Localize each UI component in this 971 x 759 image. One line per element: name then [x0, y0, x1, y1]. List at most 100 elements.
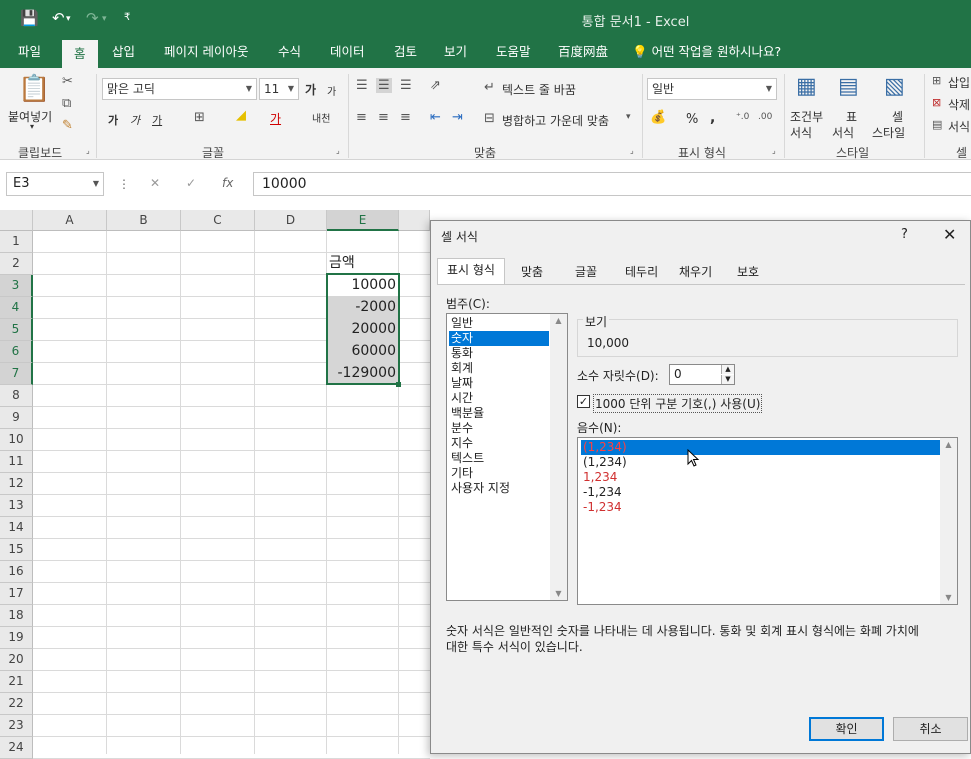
- accounting-format-icon[interactable]: 💰: [650, 110, 666, 125]
- col-header[interactable]: A: [33, 210, 107, 231]
- increase-decimal-icon[interactable]: ⁺.0: [736, 112, 749, 122]
- font-name-select[interactable]: 맑은 고딕 ▼: [102, 78, 257, 100]
- col-header[interactable]: C: [181, 210, 255, 231]
- spin-up-icon[interactable]: ▲: [721, 365, 734, 374]
- borders-icon[interactable]: ⊞: [194, 110, 205, 125]
- tab-help[interactable]: 도움말: [484, 38, 543, 68]
- font-color-button[interactable]: 가: [270, 110, 281, 127]
- thousands-separator-checkbox[interactable]: ✓: [577, 395, 590, 408]
- list-item[interactable]: 텍스트: [449, 451, 549, 466]
- list-item[interactable]: 시간: [449, 391, 549, 406]
- tab-number[interactable]: 표시 형식: [437, 258, 505, 285]
- scroll-up-icon[interactable]: ▲: [550, 316, 567, 325]
- scroll-down-icon[interactable]: ▼: [550, 589, 567, 598]
- scroll-up-icon[interactable]: ▲: [940, 440, 957, 449]
- delete-cells-button[interactable]: 삭제: [948, 96, 970, 113]
- insert-cells-button[interactable]: 삽입: [948, 74, 970, 91]
- align-center-icon[interactable]: ≡: [378, 110, 389, 125]
- list-item[interactable]: 지수: [449, 436, 549, 451]
- format-table-button[interactable]: 표: [846, 108, 857, 125]
- font-size-select[interactable]: 11 ▼: [259, 78, 299, 100]
- phonetic-button[interactable]: 내천: [312, 110, 330, 125]
- tab-insert[interactable]: 삽입: [100, 38, 147, 68]
- row-header[interactable]: 7: [0, 363, 33, 385]
- row-header[interactable]: 5: [0, 319, 33, 341]
- list-item[interactable]: 사용자 지정: [449, 481, 549, 496]
- tab-data[interactable]: 데이터: [318, 38, 377, 68]
- number-launcher-icon[interactable]: ⌟: [772, 146, 776, 155]
- cell-e5[interactable]: 20000: [327, 318, 399, 340]
- list-item[interactable]: 날짜: [449, 376, 549, 391]
- col-header[interactable]: B: [107, 210, 181, 231]
- alignment-launcher-icon[interactable]: ⌟: [630, 146, 634, 155]
- font-launcher-icon[interactable]: ⌟: [336, 146, 340, 155]
- row-header[interactable]: 20: [0, 649, 33, 671]
- ok-button[interactable]: 확인: [809, 717, 884, 741]
- row-header[interactable]: 16: [0, 561, 33, 583]
- align-bottom-icon[interactable]: ☰: [400, 78, 412, 93]
- decimal-places-spinner[interactable]: 0 ▲ ▼: [669, 364, 735, 385]
- spin-down-icon[interactable]: ▼: [721, 375, 734, 384]
- increase-indent-icon[interactable]: ⇥: [452, 110, 463, 125]
- italic-button[interactable]: 가: [130, 112, 140, 128]
- cell-e6[interactable]: 60000: [327, 340, 399, 362]
- align-right-icon[interactable]: ≡: [400, 110, 411, 125]
- tell-me-search[interactable]: 💡 어떤 작업을 원하시나요?: [620, 38, 793, 68]
- wrap-text-button[interactable]: 텍스트 줄 바꿈: [502, 81, 576, 98]
- col-header[interactable]: E: [327, 210, 399, 231]
- row-header[interactable]: 9: [0, 407, 33, 429]
- row-header[interactable]: 2: [0, 253, 33, 275]
- row-header[interactable]: 14: [0, 517, 33, 539]
- col-header[interactable]: [399, 210, 430, 231]
- fill-color-icon[interactable]: ◢: [236, 108, 246, 123]
- help-button[interactable]: ?: [901, 227, 908, 242]
- name-box[interactable]: E3 ▼: [6, 172, 104, 196]
- conditional-format-button[interactable]: 조건부: [790, 108, 823, 125]
- cell-styles-button[interactable]: 셀: [892, 108, 903, 125]
- orientation-icon[interactable]: ⇗: [430, 78, 441, 93]
- cut-icon[interactable]: ✂: [62, 74, 73, 89]
- row-header[interactable]: 18: [0, 605, 33, 627]
- cancel-icon[interactable]: ✕: [150, 176, 160, 190]
- cell-e7[interactable]: -129000: [327, 362, 399, 384]
- merge-center-button[interactable]: 병합하고 가운데 맞춤: [502, 112, 609, 129]
- tab-file[interactable]: 파일: [6, 38, 53, 68]
- tab-alignment[interactable]: 맞춤: [511, 260, 553, 284]
- conditional-format-icon[interactable]: ▦: [796, 74, 817, 99]
- cell-e2[interactable]: 금액: [329, 252, 399, 274]
- scroll-down-icon[interactable]: ▼: [940, 593, 957, 602]
- list-item[interactable]: 백분율: [449, 406, 549, 421]
- bold-button[interactable]: 가: [108, 112, 118, 128]
- row-header[interactable]: 19: [0, 627, 33, 649]
- percent-button[interactable]: %: [686, 112, 698, 127]
- enter-icon[interactable]: ✓: [186, 176, 196, 190]
- row-header[interactable]: 24: [0, 737, 33, 759]
- align-middle-icon[interactable]: ☰: [376, 78, 392, 93]
- row-header[interactable]: 23: [0, 715, 33, 737]
- category-list[interactable]: 일반 숫자 통화 회계 날짜 시간 백분율 분수 지수 텍스트 기타 사용자 지…: [446, 313, 568, 601]
- row-header[interactable]: 17: [0, 583, 33, 605]
- cancel-button[interactable]: 취소: [893, 717, 968, 741]
- select-all-corner[interactable]: [0, 210, 33, 231]
- align-top-icon[interactable]: ☰: [356, 78, 368, 93]
- list-item[interactable]: -1,234: [581, 500, 941, 515]
- row-header[interactable]: 6: [0, 341, 33, 363]
- tab-font[interactable]: 글꼴: [565, 260, 607, 284]
- row-header[interactable]: 13: [0, 495, 33, 517]
- row-header[interactable]: 11: [0, 451, 33, 473]
- clipboard-launcher-icon[interactable]: ⌟: [86, 146, 90, 155]
- list-item-selected[interactable]: 숫자: [449, 331, 549, 346]
- row-header[interactable]: 21: [0, 671, 33, 693]
- decrease-indent-icon[interactable]: ⇤: [430, 110, 441, 125]
- cell-e4[interactable]: -2000: [327, 296, 399, 318]
- format-table-icon[interactable]: ▤: [838, 74, 859, 99]
- negative-numbers-list[interactable]: (1,234) (1,234) 1,234 -1,234 -1,234 ▲ ▼: [577, 437, 958, 605]
- list-item[interactable]: 1,234: [581, 470, 941, 485]
- list-item[interactable]: 일반: [449, 316, 549, 331]
- row-header[interactable]: 1: [0, 231, 33, 253]
- tab-formulas[interactable]: 수식: [266, 38, 313, 68]
- comma-button[interactable]: ,: [710, 110, 715, 126]
- decrease-decimal-icon[interactable]: .00: [758, 112, 772, 122]
- row-header[interactable]: 4: [0, 297, 33, 319]
- paste-dropdown-icon[interactable]: ▾: [30, 122, 34, 131]
